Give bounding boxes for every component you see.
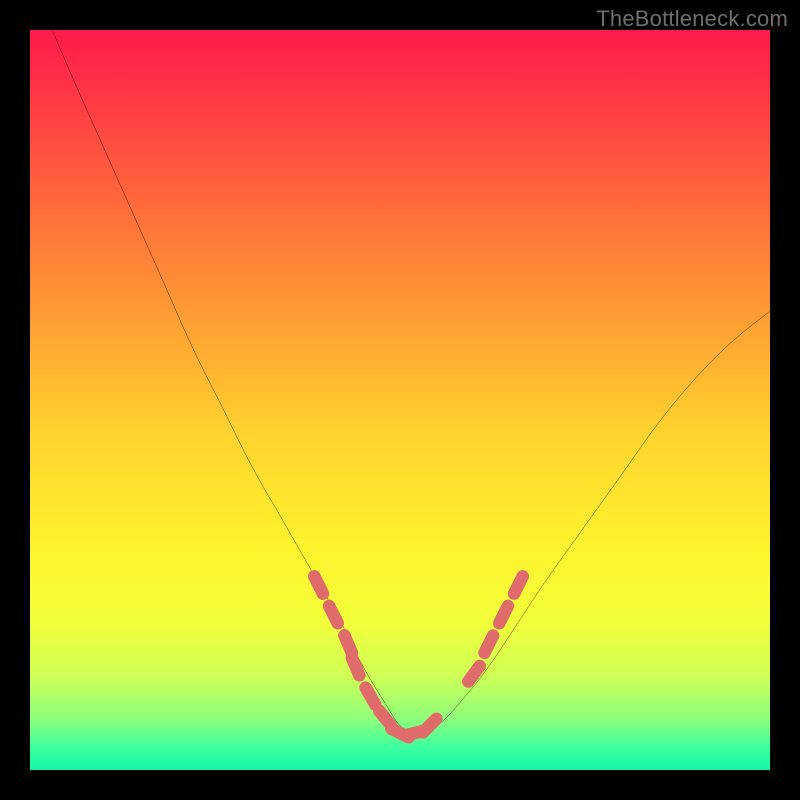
marker-dash: [366, 688, 376, 705]
marker-dash: [344, 635, 352, 653]
curve-layer: [30, 30, 770, 770]
marker-dash: [352, 658, 360, 676]
chart-frame: TheBottleneck.com: [0, 0, 800, 800]
marker-dash: [423, 719, 437, 733]
plot-area: [30, 30, 770, 770]
watermark-text: TheBottleneck.com: [596, 6, 788, 32]
marker-dash: [314, 576, 323, 593]
marker-dash: [514, 576, 523, 593]
marker-dash: [468, 666, 479, 682]
marker-dash: [329, 606, 338, 623]
marker-group: [314, 576, 522, 737]
marker-dash: [484, 636, 493, 653]
marker-dash: [499, 606, 508, 623]
bottleneck-curve: [52, 30, 770, 733]
